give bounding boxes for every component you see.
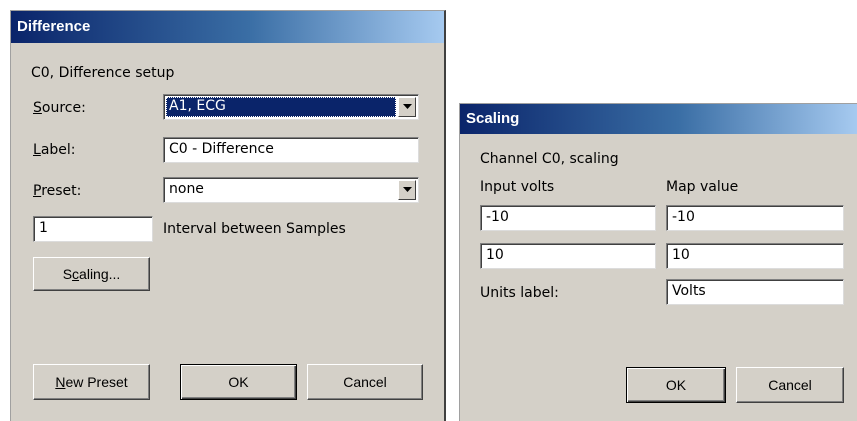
cancel-button[interactable]: Cancel xyxy=(307,364,423,400)
preset-dropdown[interactable]: none xyxy=(163,177,419,203)
label-label: Label: xyxy=(33,142,76,158)
interval-label: Interval between Samples xyxy=(163,221,346,237)
map-value-field-2[interactable]: 10 xyxy=(666,243,844,269)
scaling-cancel-button[interactable]: Cancel xyxy=(736,367,844,403)
input-volts-field-2[interactable]: 10 xyxy=(480,243,656,269)
map-value-field-1[interactable]: -10 xyxy=(666,205,844,231)
new-preset-button[interactable]: New Preset xyxy=(33,364,150,400)
units-input[interactable]: Volts xyxy=(666,279,844,305)
chevron-down-icon[interactable] xyxy=(398,180,416,200)
ok-button[interactable]: OK xyxy=(180,364,297,400)
difference-dialog: Difference C0, Difference setup Source: … xyxy=(10,10,446,421)
preset-label: Preset: xyxy=(33,183,82,199)
interval-input[interactable]: 1 xyxy=(33,216,153,242)
difference-subtitle: C0, Difference setup xyxy=(31,65,175,81)
input-volts-header: Input volts xyxy=(480,179,555,195)
scaling-ok-button[interactable]: OK xyxy=(626,367,726,403)
source-dropdown[interactable]: A1, ECG xyxy=(163,94,419,120)
difference-title: Difference xyxy=(17,18,91,35)
scaling-title: Scaling xyxy=(466,110,520,127)
scaling-dialog: Scaling Channel C0, scaling Input volts … xyxy=(459,103,857,421)
source-label: Source: xyxy=(33,100,86,116)
scaling-button[interactable]: Scaling... xyxy=(33,257,150,291)
scaling-title-bar[interactable]: Scaling xyxy=(460,104,857,134)
map-value-header: Map value xyxy=(666,179,739,195)
scaling-subtitle: Channel C0, scaling xyxy=(480,151,619,167)
chevron-down-icon[interactable] xyxy=(398,97,416,117)
difference-title-bar[interactable]: Difference xyxy=(11,11,444,43)
units-label: Units label: xyxy=(480,285,559,301)
source-value: A1, ECG xyxy=(166,97,396,117)
input-volts-field-1[interactable]: -10 xyxy=(480,205,656,231)
label-input[interactable]: C0 - Difference xyxy=(163,137,419,163)
preset-value: none xyxy=(169,181,204,197)
